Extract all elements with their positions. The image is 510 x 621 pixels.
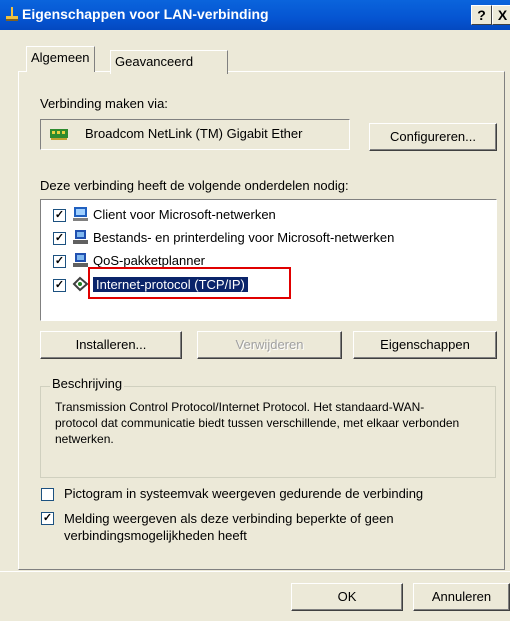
adapter-field: Broadcom NetLink (TM) Gigabit Ether <box>40 119 350 150</box>
description-legend: Beschrijving <box>50 376 125 391</box>
configure-button[interactable]: Configureren... <box>369 123 497 151</box>
help-button[interactable]: ? <box>471 5 492 25</box>
install-button[interactable]: Installeren... <box>40 331 182 359</box>
tray-icon-label[interactable]: Pictogram in systeemvak weergeven gedure… <box>64 486 423 501</box>
network-client-icon <box>73 207 88 221</box>
network-connection-icon <box>6 7 18 21</box>
properties-button[interactable]: Eigenschappen <box>353 331 497 359</box>
protocol-icon <box>72 276 89 292</box>
title-bar[interactable]: Eigenschappen voor LAN-verbinding ? X <box>0 0 510 30</box>
tab-geavanceerd[interactable]: Geavanceerd <box>110 50 228 74</box>
highlight-box <box>88 267 291 299</box>
window-title: Eigenschappen voor LAN-verbinding <box>22 6 269 22</box>
checkbox[interactable]: ✓ <box>53 232 66 245</box>
checkbox[interactable]: ✓ <box>53 209 66 222</box>
tab-label: Geavanceerd <box>115 54 194 69</box>
adapter-name: Broadcom NetLink (TM) Gigabit Ether <box>85 126 303 141</box>
components-label: Deze verbinding heeft de volgende onderd… <box>40 178 349 193</box>
tray-icon-checkbox[interactable] <box>41 488 54 501</box>
tab-label: Algemeen <box>31 50 90 65</box>
checkbox[interactable]: ✓ <box>53 279 66 292</box>
close-button[interactable]: X <box>492 5 510 25</box>
connect-via-label: Verbinding maken via: <box>40 96 168 111</box>
qos-scheduler-icon <box>73 253 88 267</box>
cancel-button[interactable]: Annuleren <box>413 583 510 611</box>
remove-button: Verwijderen <box>197 331 342 359</box>
notify-label[interactable]: Melding weergeven als deze verbinding be… <box>64 510 494 544</box>
network-adapter-icon <box>50 129 68 140</box>
description-text: Transmission Control Protocol/Internet P… <box>55 400 460 446</box>
tab-algemeen[interactable]: Algemeen <box>26 46 95 72</box>
list-item-label: Bestands- en printerdeling voor Microsof… <box>93 230 395 245</box>
checkbox[interactable]: ✓ <box>53 255 66 268</box>
notify-checkbox[interactable]: ✓ <box>41 512 54 525</box>
file-printer-sharing-icon <box>73 230 88 244</box>
components-list[interactable]: ✓ Client voor Microsoft-netwerken ✓ Best… <box>40 199 497 321</box>
list-item-label: Client voor Microsoft-netwerken <box>93 207 276 222</box>
list-item-label: QoS-pakketplanner <box>93 253 206 268</box>
ok-button[interactable]: OK <box>291 583 403 611</box>
footer-divider <box>0 571 510 572</box>
dialog-window: Eigenschappen voor LAN-verbinding ? X Al… <box>0 0 510 621</box>
